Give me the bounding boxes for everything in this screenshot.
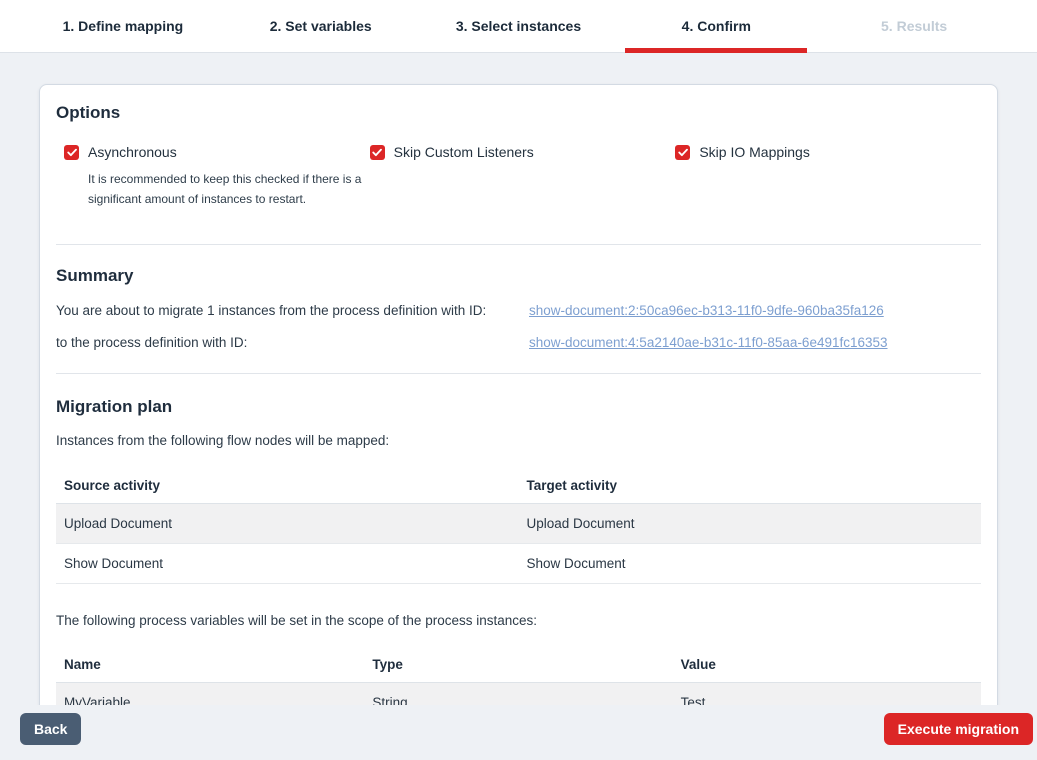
skip-custom-listeners-checkbox[interactable]: Skip Custom Listeners [370,144,676,160]
column-header-source-activity: Source activity [56,470,519,504]
asynchronous-checkbox[interactable]: Asynchronous [64,144,370,160]
option-skip-io-mappings: Skip IO Mappings [675,144,981,209]
table-cell: Show Document [56,544,519,584]
table-cell: Show Document [519,544,982,584]
skip-io-mappings-label: Skip IO Mappings [699,144,810,160]
checkbox-checked-icon[interactable] [370,145,385,160]
execute-migration-button[interactable]: Execute migration [884,713,1033,745]
column-header-name: Name [56,649,364,683]
summary-row-source: You are about to migrate 1 instances fro… [56,303,981,318]
tab-confirm[interactable]: 4. Confirm [617,0,815,52]
summary-section: Summary You are about to migrate 1 insta… [56,245,981,373]
tab-label: 1. Define mapping [63,18,184,34]
tab-label: 3. Select instances [456,18,581,34]
table-cell: MyVariable [56,683,364,706]
checkbox-checked-icon[interactable] [675,145,690,160]
migration-plan-section: Migration plan Instances from the follow… [56,374,981,705]
summary-source-text: You are about to migrate 1 instances fro… [56,303,529,318]
table-header-row: Name Type Value [56,649,981,683]
activity-mapping-table: Source activity Target activity Upload D… [56,470,981,584]
tab-select-instances[interactable]: 3. Select instances [420,0,618,52]
asynchronous-label: Asynchronous [88,144,177,160]
tab-define-mapping[interactable]: 1. Define mapping [24,0,222,52]
summary-heading: Summary [56,266,981,286]
options-section: Options Asynchronous It is recommended t… [56,103,981,244]
variables-intro: The following process variables will be … [56,613,981,628]
tab-label: 4. Confirm [682,18,751,34]
option-asynchronous: Asynchronous It is recommended to keep t… [64,144,370,209]
asynchronous-helper-text: It is recommended to keep this checked i… [88,169,370,209]
confirm-panel: Options Asynchronous It is recommended t… [39,84,998,705]
migration-plan-heading: Migration plan [56,397,981,417]
variables-table: Name Type Value MyVariable String Test [56,649,981,705]
summary-target-text: to the process definition with ID: [56,335,529,350]
table-cell: Test [673,683,981,706]
source-definition-link[interactable]: show-document:2:50ca96ec-b313-11f0-9dfe-… [529,303,884,318]
target-definition-link[interactable]: show-document:4:5a2140ae-b31c-11f0-85aa-… [529,335,888,350]
column-header-target-activity: Target activity [519,470,982,504]
table-cell: String [364,683,672,706]
column-header-type: Type [364,649,672,683]
options-grid: Asynchronous It is recommended to keep t… [56,144,981,209]
table-header-row: Source activity Target activity [56,470,981,504]
migration-plan-intro: Instances from the following flow nodes … [56,433,981,448]
table-cell: Upload Document [519,504,982,544]
column-header-value: Value [673,649,981,683]
tab-set-variables[interactable]: 2. Set variables [222,0,420,52]
skip-io-mappings-checkbox[interactable]: Skip IO Mappings [675,144,981,160]
summary-row-target: to the process definition with ID: show-… [56,335,981,350]
checkbox-checked-icon[interactable] [64,145,79,160]
wizard-footer: Back Execute migration [0,705,1037,760]
tab-label: 5. Results [881,18,947,34]
wizard-step-nav: 1. Define mapping 2. Set variables 3. Se… [0,0,1037,53]
tab-label: 2. Set variables [270,18,372,34]
options-heading: Options [56,103,981,123]
option-skip-custom-listeners: Skip Custom Listeners [370,144,676,209]
active-tab-indicator [625,48,807,53]
table-row: MyVariable String Test [56,683,981,706]
table-cell: Upload Document [56,504,519,544]
back-button[interactable]: Back [20,713,81,745]
skip-custom-listeners-label: Skip Custom Listeners [394,144,534,160]
table-row: Show Document Show Document [56,544,981,584]
table-row: Upload Document Upload Document [56,504,981,544]
tab-results: 5. Results [815,0,1013,52]
main-content: Options Asynchronous It is recommended t… [0,53,1037,705]
